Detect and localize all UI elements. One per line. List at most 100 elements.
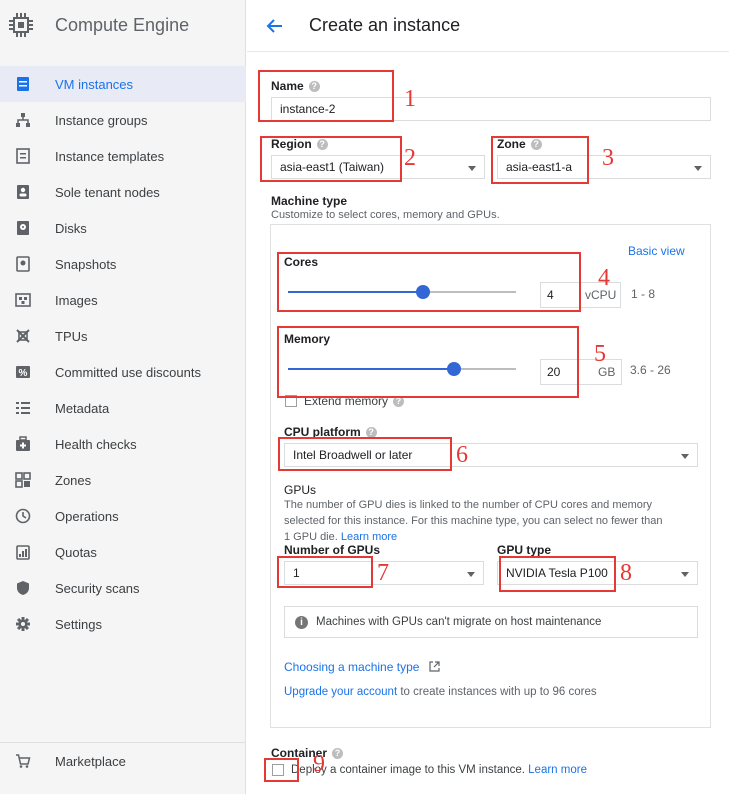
memory-slider-fill — [288, 368, 455, 370]
name-input[interactable]: instance-2 — [271, 97, 711, 121]
sidebar-nav: VM instances Instance groups Instance te… — [0, 66, 246, 642]
help-icon[interactable]: ? — [530, 139, 542, 151]
brand: Compute Engine — [0, 0, 246, 52]
sidebar-item-label: VM instances — [55, 76, 134, 92]
help-icon[interactable]: ? — [393, 396, 405, 408]
instance-groups-icon — [16, 113, 30, 127]
memory-value: 20 — [547, 365, 561, 379]
container-description-text: Deploy a container image to this VM inst… — [291, 764, 525, 776]
sole-tenant-icon — [17, 185, 29, 199]
zone-value: asia-east1-a — [506, 160, 573, 174]
cart-icon — [16, 754, 31, 768]
upgrade-account-link[interactable]: Upgrade your account — [284, 686, 397, 698]
page-header: Create an instance — [247, 0, 729, 52]
gpu-type-value: NVIDIA Tesla P100 — [506, 566, 608, 580]
region-label-text: Region — [271, 137, 312, 151]
help-icon[interactable]: ? — [308, 81, 320, 93]
sidebar-item-disks[interactable]: Disks — [0, 210, 246, 246]
sidebar-item-label: Instance groups — [55, 112, 148, 128]
memory-range: 3.6 - 26 — [630, 363, 671, 377]
upgrade-account-text: to create instances with up to 96 cores — [397, 686, 597, 698]
number-of-gpus-label: Number of GPUs — [284, 543, 381, 557]
zone-label: Zone? — [497, 137, 542, 151]
cores-slider-thumb[interactable] — [415, 285, 430, 299]
gpus-description-line-1: The number of GPU dies is linked to the … — [284, 499, 653, 511]
upgrade-account-line: Upgrade your account to create instances… — [284, 684, 597, 700]
dropdown-caret-icon — [681, 454, 689, 459]
tpu-icon — [16, 329, 30, 343]
compute-engine-chip-icon — [9, 13, 33, 37]
instance-templates-icon — [16, 148, 30, 164]
quotas-icon — [16, 545, 30, 560]
sidebar-item-operations[interactable]: Operations — [0, 498, 246, 534]
extend-memory-text: Extend memory — [304, 394, 389, 408]
name-label: Name? — [271, 79, 320, 93]
clock-icon — [15, 508, 31, 524]
back-arrow-icon[interactable] — [265, 16, 285, 36]
extend-memory-checkbox[interactable] — [285, 395, 297, 407]
sidebar: Compute Engine VM instances Instance gro… — [0, 0, 246, 794]
sidebar-item-health-checks[interactable]: Health checks — [0, 426, 246, 462]
cores-range: 1 - 8 — [631, 287, 656, 301]
cpu-platform-label: CPU platform? — [284, 425, 377, 439]
annotation-number-8: 8 — [620, 560, 632, 586]
sidebar-item-label: Quotas — [55, 544, 97, 560]
basic-view-link[interactable]: Basic view — [628, 243, 685, 259]
brand-title: Compute Engine — [55, 15, 190, 35]
sidebar-item-committed-use-discounts[interactable]: % Committed use discounts — [0, 354, 246, 390]
percent-icon: % — [16, 366, 30, 379]
cpu-platform-select[interactable]: Intel Broadwell or later — [284, 443, 698, 467]
sidebar-item-label: Disks — [55, 220, 87, 236]
sidebar-item-security-scans[interactable]: Security scans — [0, 570, 246, 606]
page-title: Create an instance — [309, 15, 461, 35]
choosing-machine-type-link[interactable]: Choosing a machine type — [284, 659, 440, 675]
number-of-gpus-value: 1 — [293, 566, 300, 580]
annotation-number-2: 2 — [404, 145, 416, 171]
container-label: Container? — [271, 746, 344, 760]
container-learn-more-link[interactable]: Learn more — [528, 764, 587, 776]
gear-icon — [16, 617, 30, 631]
sidebar-item-quotas[interactable]: Quotas — [0, 534, 246, 570]
help-icon[interactable]: ? — [332, 748, 344, 760]
cpu-platform-label-text: CPU platform — [284, 425, 361, 439]
help-icon[interactable]: ? — [365, 427, 377, 439]
sidebar-item-tpus[interactable]: TPUs — [0, 318, 246, 354]
gpus-learn-more-link[interactable]: Learn more — [341, 531, 397, 543]
sidebar-item-label: Health checks — [55, 436, 137, 452]
sidebar-item-label: Sole tenant nodes — [55, 184, 160, 200]
sidebar-item-instance-templates[interactable]: Instance templates — [0, 138, 246, 174]
sidebar-item-zones[interactable]: Zones — [0, 462, 246, 498]
region-select[interactable]: asia-east1 (Taiwan) — [271, 155, 485, 179]
cores-slider-fill — [288, 291, 423, 293]
cores-input[interactable]: 4 — [540, 282, 586, 308]
sidebar-item-vm-instances[interactable]: VM instances — [0, 66, 246, 102]
sidebar-item-images[interactable]: Images — [0, 282, 246, 318]
extend-memory-label: Extend memory? — [304, 393, 405, 409]
help-icon[interactable]: ? — [316, 139, 328, 151]
zones-icon — [15, 472, 31, 488]
sidebar-item-marketplace[interactable]: Marketplace — [0, 742, 246, 782]
snapshot-icon — [16, 256, 30, 272]
container-checkbox[interactable] — [272, 764, 284, 776]
marketplace-label: Marketplace — [55, 754, 126, 769]
sidebar-item-snapshots[interactable]: Snapshots — [0, 246, 246, 282]
memory-label: Memory — [284, 332, 331, 346]
gpus-description-text: 1 GPU die. — [284, 531, 338, 543]
zone-label-text: Zone — [497, 137, 526, 151]
sidebar-item-label: Zones — [55, 472, 92, 488]
shield-icon — [17, 581, 29, 595]
sidebar-item-metadata[interactable]: Metadata — [0, 390, 246, 426]
annotation-number-4: 4 — [598, 265, 610, 291]
sidebar-item-label: Snapshots — [55, 256, 117, 272]
sidebar-item-sole-tenant-nodes[interactable]: Sole tenant nodes — [0, 174, 246, 210]
metadata-icon — [16, 402, 30, 414]
sidebar-item-settings[interactable]: Settings — [0, 606, 246, 642]
gpu-type-select[interactable]: NVIDIA Tesla P100 — [497, 561, 698, 585]
disk-icon — [17, 221, 29, 235]
sidebar-item-instance-groups[interactable]: Instance groups — [0, 102, 246, 138]
images-icon — [15, 293, 31, 307]
vm-instances-icon — [17, 77, 29, 91]
name-label-text: Name — [271, 79, 304, 93]
dropdown-caret-icon — [467, 572, 475, 577]
sidebar-item-label: Committed use discounts — [55, 364, 201, 380]
